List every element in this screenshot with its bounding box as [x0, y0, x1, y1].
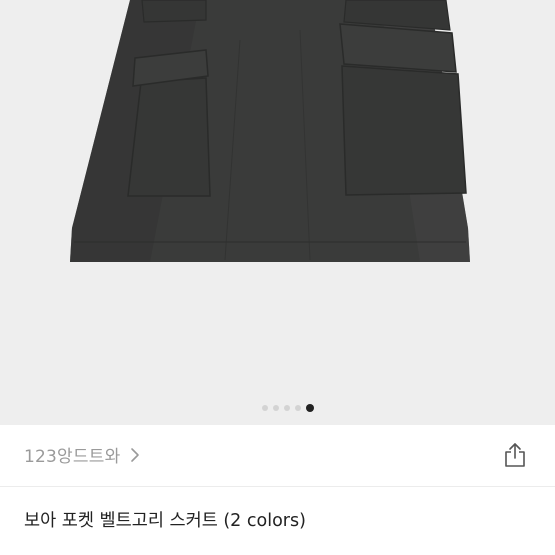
chevron-right-icon	[130, 447, 140, 463]
carousel-dot[interactable]	[272, 405, 279, 411]
product-image[interactable]	[0, 0, 555, 425]
share-button[interactable]	[500, 440, 530, 470]
carousel-dots	[0, 402, 555, 414]
carousel-dot[interactable]	[283, 405, 290, 411]
shop-name[interactable]: 123앙드트와	[24, 442, 120, 467]
carousel-dot[interactable]	[294, 405, 301, 411]
carousel-dot[interactable]	[261, 405, 268, 411]
carousel-dot-active[interactable]	[305, 404, 314, 412]
skirt-photo	[70, 0, 470, 262]
product-title-row: 보아 포켓 벨트고리 스커트 (2 colors)	[24, 507, 534, 532]
shop-row: 123앙드트와	[0, 425, 555, 487]
shop-link[interactable]: 123앙드트와	[24, 442, 140, 467]
product-title: 보아 포켓 벨트고리 스커트 (2 colors)	[24, 511, 306, 531]
share-icon	[500, 443, 530, 474]
